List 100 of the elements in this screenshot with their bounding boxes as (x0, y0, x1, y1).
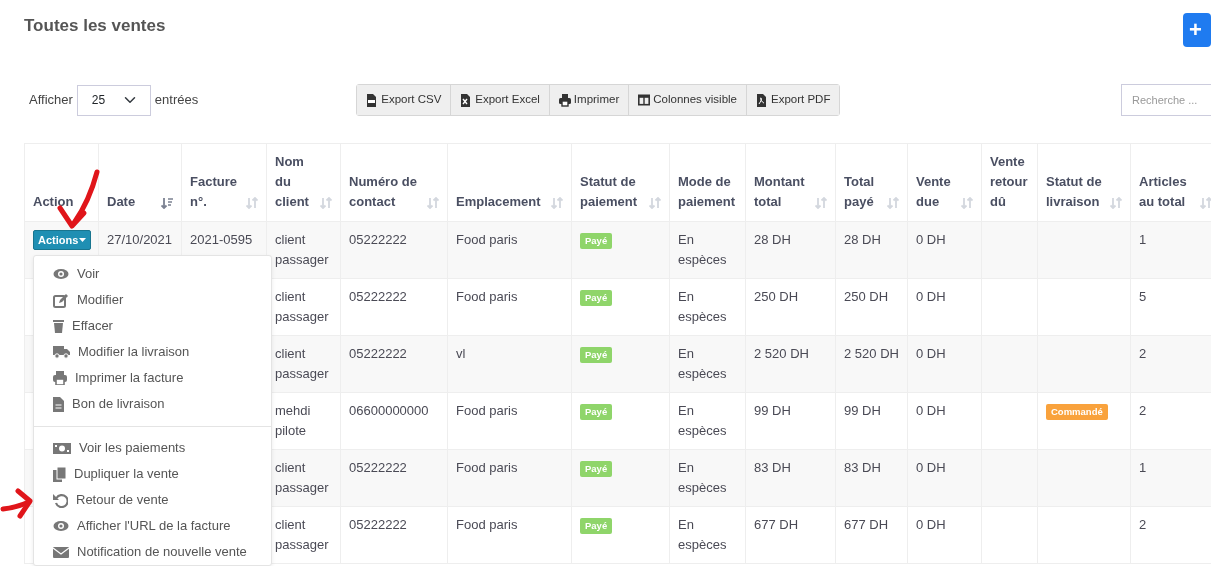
undo-icon (53, 492, 68, 508)
contact-cell: 05222222 (349, 460, 407, 475)
caret-icon (79, 237, 87, 243)
payment-status-badge: Payé (580, 290, 613, 306)
customer-cell: mehdi pilote (275, 403, 311, 438)
payment-method-cell: En espèces (678, 517, 727, 552)
amount-cell: 83 DH (844, 460, 881, 475)
payment-method-cell: En espèces (678, 346, 727, 381)
excel-file-icon (460, 93, 473, 107)
printer-icon (53, 371, 67, 385)
amount-cell: 2 520 DH (844, 346, 899, 361)
amount-cell: 0 DH (916, 232, 946, 247)
pdf-file-icon (756, 93, 768, 107)
column-header: Emplacement (456, 193, 541, 211)
customer-cell: client passager (275, 460, 329, 495)
amount-cell: 0 DH (916, 289, 946, 304)
sort-icon[interactable] (161, 197, 173, 209)
truck-icon (53, 345, 70, 359)
edit-icon (53, 292, 69, 308)
menu-item[interactable]: Voir (34, 261, 271, 287)
date-cell: 27/10/2021 (107, 232, 173, 247)
amount-cell: 0 DH (916, 346, 946, 361)
contact-cell: 05222222 (349, 289, 407, 304)
amount-cell: 99 DH (754, 403, 791, 418)
location-cell: Food paris (456, 289, 518, 304)
contact-cell: 05222222 (349, 517, 407, 532)
columns-icon (638, 93, 651, 107)
payment-status-badge: Payé (580, 518, 613, 534)
entries-select[interactable]: 25 (76, 84, 151, 116)
column-header: Numéro de contact (349, 173, 418, 211)
menu-item[interactable]: Bon de livraison (34, 391, 271, 417)
menu-item[interactable]: Dupliquer la vente (34, 461, 271, 487)
payment-status-badge: Payé (580, 233, 613, 249)
printer-icon (558, 93, 571, 107)
amount-cell: 83 DH (754, 460, 791, 475)
column-header: Facture n°. (190, 173, 238, 211)
actions-button[interactable]: Actions (33, 230, 92, 250)
amount-cell: 99 DH (844, 403, 881, 418)
location-cell: vl (456, 346, 466, 361)
page-title: Toutes les ventes (24, 16, 167, 37)
menu-item[interactable]: Retour de vente (34, 487, 271, 513)
customer-cell: client passager (275, 346, 329, 381)
entries-label: Afficher (29, 91, 73, 110)
payment-method-cell: En espèces (678, 403, 727, 438)
payment-status-badge: Payé (580, 461, 613, 477)
customer-cell: client passager (275, 517, 329, 552)
count-cell: 2 (1139, 517, 1147, 532)
payment-method-cell: En espèces (678, 232, 727, 267)
delivery-status-badge: Commandé (1046, 404, 1108, 420)
menu-item[interactable]: Notification de nouvelle vente (34, 539, 271, 565)
trash-icon (53, 319, 64, 333)
location-cell: Food paris (456, 517, 518, 532)
location-cell: Food paris (456, 460, 518, 475)
count-cell: 5 (1139, 289, 1147, 304)
contact-cell: 05222222 (349, 232, 407, 247)
contact-cell: 05222222 (349, 346, 407, 361)
invoice-cell: 2021-0595 (190, 232, 253, 247)
amount-cell: 0 DH (916, 517, 946, 532)
column-header: Total payé (844, 173, 876, 211)
banknote-icon (53, 441, 71, 455)
menu-item[interactable]: Modifier la livraison (34, 339, 271, 365)
amount-cell: 0 DH (916, 403, 946, 418)
eye-icon (53, 268, 69, 280)
search-field[interactable]: Recherche ... (1121, 84, 1211, 116)
menu-item[interactable]: Imprimer la facture (34, 365, 271, 391)
eye-icon (53, 520, 69, 532)
add-button[interactable]: + (1183, 13, 1211, 47)
payment-method-cell: En espèces (678, 289, 727, 324)
menu-item[interactable]: Modifier (34, 287, 271, 313)
column-header: Articles au total (1139, 173, 1188, 211)
amount-cell: 250 DH (844, 289, 889, 304)
column-header: Montant total (754, 173, 806, 211)
export-button[interactable]: Export CSV (357, 85, 452, 115)
menu-item[interactable]: Voir les paiements (34, 435, 271, 461)
column-header: Statut de livraison (1046, 173, 1103, 211)
csv-file-icon (366, 93, 379, 107)
entries-label: entrées (154, 91, 199, 110)
column-header: Nom du client (275, 153, 310, 211)
amount-cell: 677 DH (844, 517, 889, 532)
location-cell: Food paris (456, 403, 518, 418)
amount-cell: 2 520 DH (754, 346, 809, 361)
column-header: Action (33, 193, 74, 211)
customer-cell: client passager (275, 232, 329, 267)
copy-icon (53, 466, 66, 482)
menu-item[interactable]: Afficher l'URL de la facture (34, 513, 271, 539)
amount-cell: 0 DH (916, 460, 946, 475)
customer-cell: client passager (275, 289, 329, 324)
count-cell: 1 (1139, 232, 1147, 247)
column-header: Statut de paiement (580, 173, 639, 211)
count-cell: 2 (1139, 403, 1147, 418)
amount-cell: 677 DH (754, 517, 799, 532)
amount-cell: 28 DH (844, 232, 881, 247)
menu-item[interactable]: Effacer (34, 313, 271, 339)
column-header: Vente retour dû (990, 153, 1029, 211)
document-icon (53, 396, 64, 412)
contact-cell: 06600000000 (349, 403, 429, 418)
column-header: Vente due (916, 173, 952, 211)
amount-cell: 28 DH (754, 232, 791, 247)
column-header: Mode de paiement (678, 173, 737, 211)
location-cell: Food paris (456, 232, 518, 247)
